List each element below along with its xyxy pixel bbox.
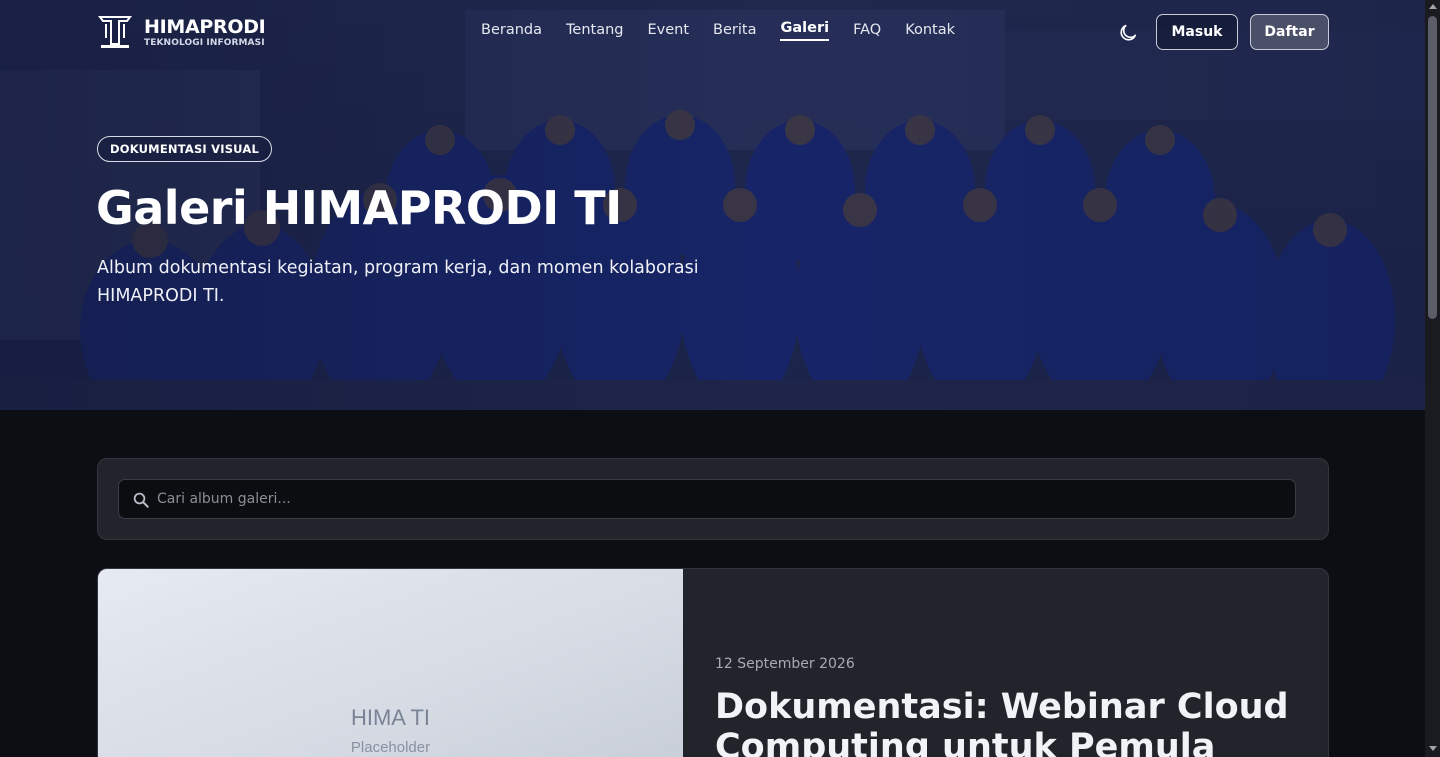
- page-scrollbar[interactable]: [1425, 0, 1440, 757]
- thumbnail-subtitle: Placeholder: [350, 739, 431, 756]
- search-input[interactable]: [157, 480, 1277, 518]
- hero-badge: DOKUMENTASI VISUAL: [97, 136, 272, 162]
- main-menu: Beranda Tentang Event Berita Galeri FAQ …: [481, 20, 979, 41]
- brand-logo[interactable]: HIMAPRODI TEKNOLOGI INFORMASI: [98, 14, 266, 50]
- thumbnail-title: HIMA TI: [350, 705, 431, 730]
- album-card[interactable]: HIMA TI Placeholder 12 September 2026 Do…: [97, 568, 1329, 757]
- nav-item-galeri[interactable]: Galeri: [780, 20, 830, 41]
- hero-description: Album dokumentasi kegiatan, program kerj…: [97, 258, 699, 306]
- hima-logo-icon: [98, 16, 132, 48]
- search-card: [97, 458, 1329, 540]
- login-button[interactable]: Masuk: [1156, 14, 1238, 50]
- album-title[interactable]: Dokumentasi: Webinar Cloud Computing unt…: [715, 687, 1295, 757]
- search-field[interactable]: [118, 479, 1296, 519]
- brand-subtitle: TEKNOLOGI INFORMASI: [144, 37, 265, 48]
- nav-item-kontak[interactable]: Kontak: [905, 22, 955, 41]
- scrollbar-thumb[interactable]: [1428, 16, 1437, 319]
- moon-icon[interactable]: [1117, 22, 1139, 44]
- register-button[interactable]: Daftar: [1250, 14, 1329, 50]
- album-thumbnail[interactable]: HIMA TI Placeholder: [98, 569, 683, 757]
- brand-title: HIMAPRODI: [144, 15, 266, 38]
- nav-item-event[interactable]: Event: [647, 22, 689, 41]
- scroll-down-arrow-icon[interactable]: [1429, 746, 1437, 751]
- top-navbar: HIMAPRODI TEKNOLOGI INFORMASI Beranda Te…: [0, 0, 1425, 64]
- page-title: Galeri HIMAPRODI TI: [96, 181, 622, 235]
- album-date: 12 September 2026: [715, 656, 855, 672]
- hero-section: HIMAPRODI TEKNOLOGI INFORMASI Beranda Te…: [0, 0, 1425, 410]
- nav-item-beranda[interactable]: Beranda: [481, 22, 542, 41]
- nav-item-tentang[interactable]: Tentang: [566, 22, 623, 41]
- nav-item-faq[interactable]: FAQ: [853, 22, 881, 41]
- scroll-up-arrow-icon[interactable]: [1429, 4, 1437, 9]
- nav-item-berita[interactable]: Berita: [713, 22, 756, 41]
- search-icon: [133, 492, 149, 508]
